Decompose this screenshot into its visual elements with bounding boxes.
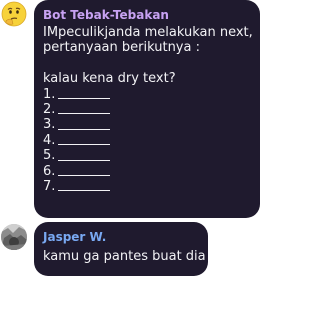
message-text: kamu ga pantes buat dia — [43, 249, 206, 264]
answer-list-item: 6. — [43, 164, 260, 179]
thinking-face-emoji-icon — [1, 1, 27, 27]
answer-blank-line — [58, 144, 111, 146]
answer-blank-line — [58, 97, 111, 99]
user-sender-name[interactable]: Jasper W. — [43, 230, 208, 247]
user-avatar[interactable] — [1, 224, 27, 250]
bot-message-bubble: Bot Tebak-Tebakan IMpeculikjanda melakuk… — [34, 0, 260, 218]
list-number: 7. — [43, 178, 56, 194]
message-line-blank — [43, 56, 260, 71]
answer-blank-line — [58, 190, 111, 192]
answer-list-item: 7. — [43, 179, 260, 194]
answer-list-item: 5. — [43, 148, 260, 163]
list-number: 1. — [43, 86, 56, 102]
answer-blank-line — [58, 174, 111, 176]
answer-blank-line — [58, 113, 111, 115]
list-number: 4. — [43, 132, 56, 148]
answer-list-item: 2. — [43, 102, 260, 117]
list-number: 3. — [43, 117, 56, 133]
list-number: 5. — [43, 148, 56, 164]
bot-sender-name[interactable]: Bot Tebak-Tebakan — [43, 8, 260, 25]
message-line: kalau kena dry text? — [43, 71, 176, 87]
answer-blank-line — [58, 159, 111, 161]
answer-blank-line — [58, 128, 111, 130]
message-line: pertanyaan berikutnya : — [43, 40, 200, 56]
list-number: 6. — [43, 163, 56, 179]
user-message-bubble: Jasper W. kamu ga pantes buat dia — [34, 222, 208, 276]
answer-list-item: 1. — [43, 87, 260, 102]
answer-list-item: 4. — [43, 133, 260, 148]
answer-list-item: 3. — [43, 117, 260, 132]
message-line: IMpeculikjanda melakukan next, — [43, 25, 253, 40]
chat-conversation: Bot Tebak-Tebakan IMpeculikjanda melakuk… — [0, 0, 262, 320]
profile-photo-icon — [1, 224, 27, 250]
list-number: 2. — [43, 101, 56, 117]
bot-avatar[interactable] — [1, 1, 27, 27]
